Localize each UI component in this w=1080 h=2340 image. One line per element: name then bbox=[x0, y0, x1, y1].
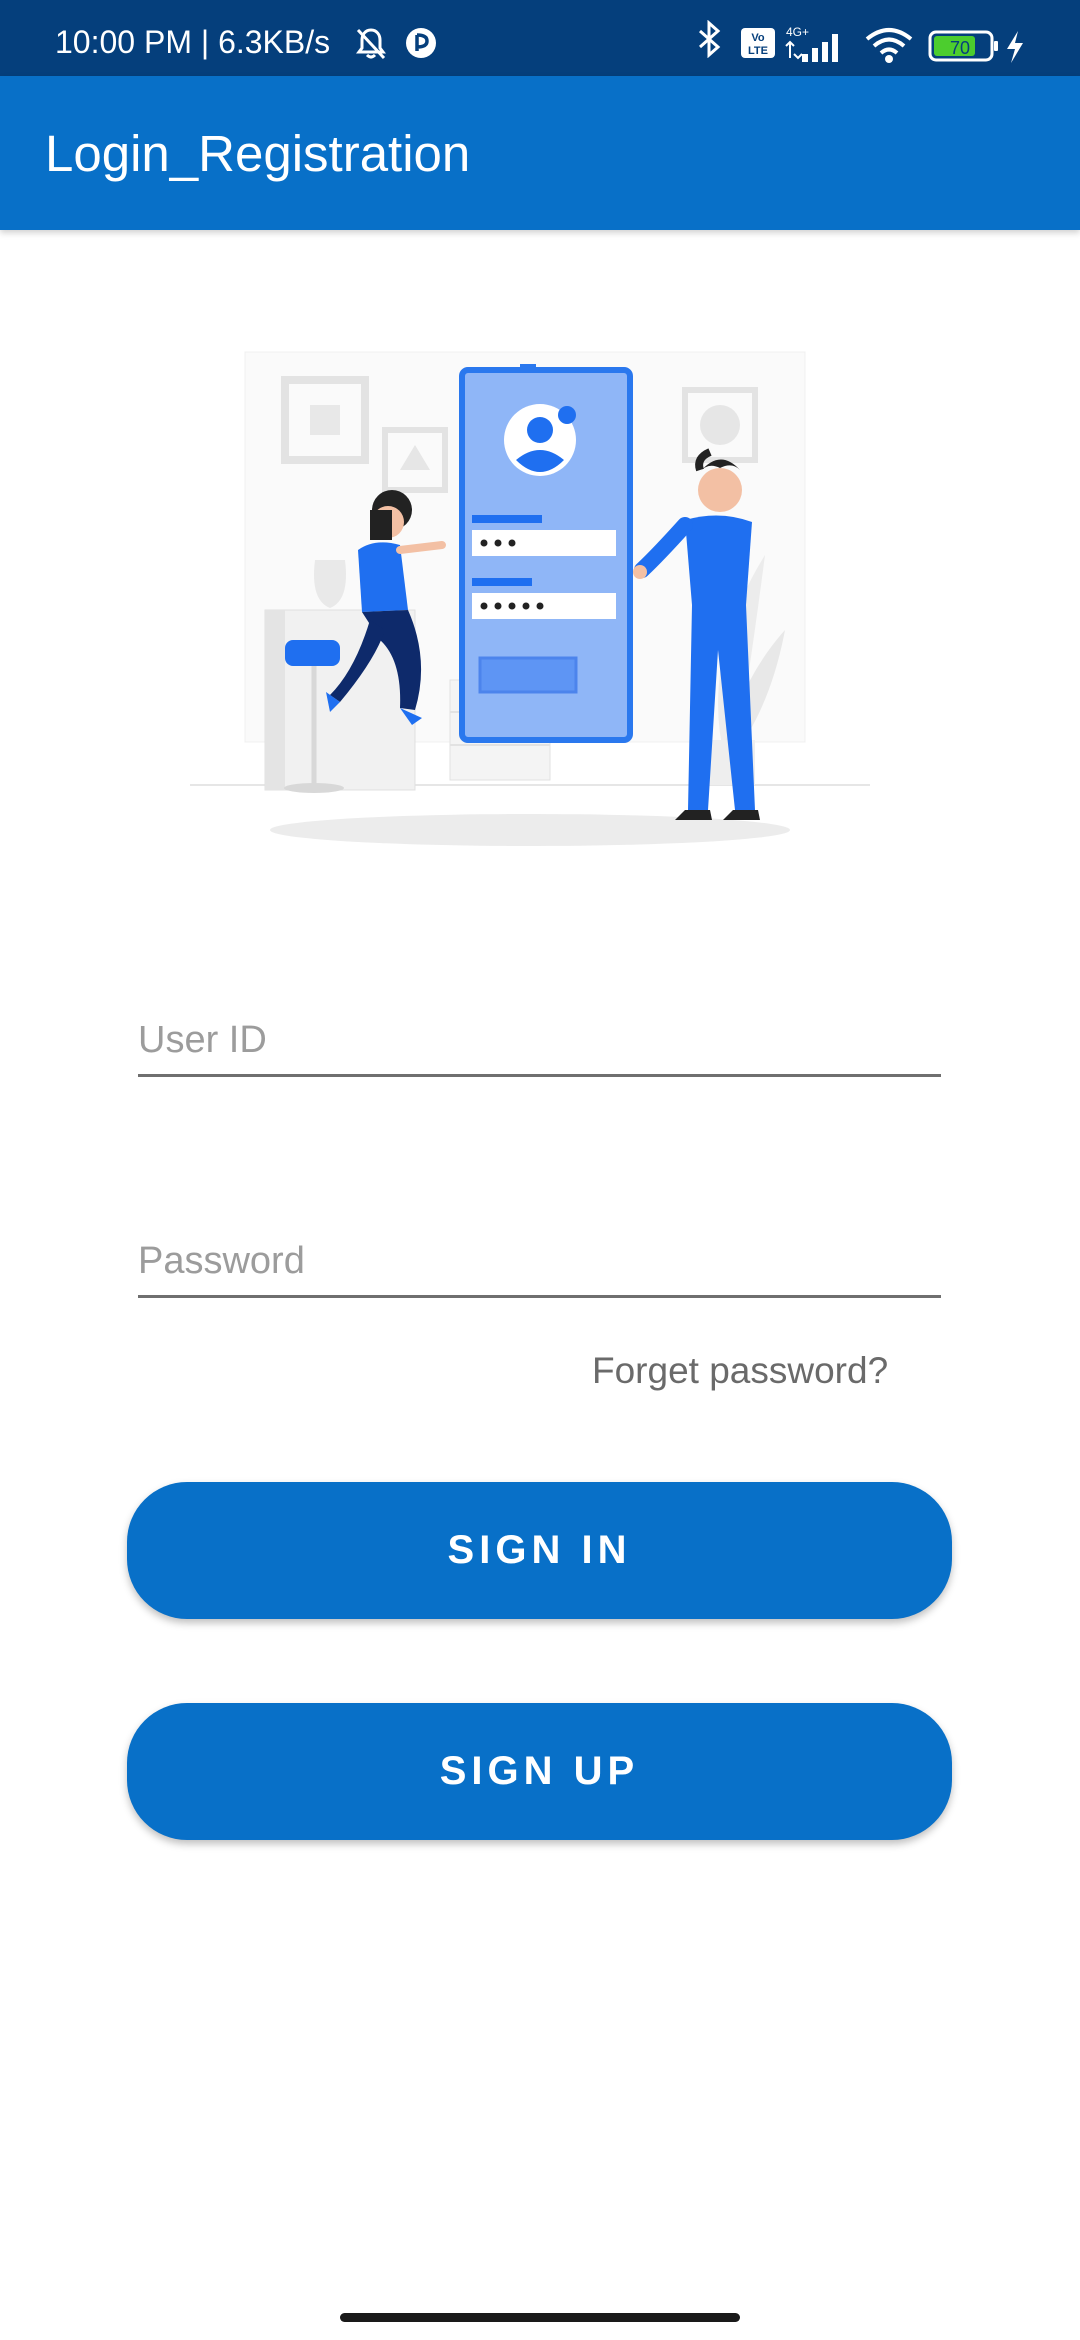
bell-off-icon bbox=[354, 26, 388, 65]
user-id-input[interactable] bbox=[138, 1019, 941, 1062]
battery-level: 70 bbox=[950, 38, 970, 58]
volte-icon: Vo LTE bbox=[740, 27, 776, 64]
forget-password-link[interactable]: Forget password? bbox=[592, 1350, 888, 1392]
sign-in-button[interactable]: SIGN IN bbox=[127, 1482, 952, 1619]
network-label: 4G+ bbox=[786, 25, 809, 39]
status-bar: 10:00 PM | 6.3KB/s Vo LTE 4G+ 70 bbox=[0, 0, 1080, 76]
app-title: Login_Registration bbox=[45, 125, 471, 182]
password-input[interactable] bbox=[138, 1240, 941, 1283]
svg-text:LTE: LTE bbox=[748, 45, 768, 57]
status-time-speed: 10:00 PM | 6.3KB/s bbox=[55, 24, 331, 60]
password-field[interactable] bbox=[138, 1205, 941, 1298]
charging-icon bbox=[1004, 30, 1026, 69]
app-bar: Login_Registration bbox=[0, 76, 1080, 230]
wifi-icon bbox=[864, 25, 914, 70]
user-id-field[interactable] bbox=[138, 984, 941, 1077]
battery-icon: 70 bbox=[928, 30, 1000, 69]
svg-text:Vo: Vo bbox=[751, 32, 765, 44]
app-icon bbox=[404, 26, 438, 65]
login-illustration bbox=[180, 340, 880, 860]
sign-up-button[interactable]: SIGN UP bbox=[127, 1703, 952, 1840]
signal-icon: 4G+ bbox=[782, 24, 852, 69]
bluetooth-icon bbox=[692, 19, 726, 63]
home-indicator[interactable] bbox=[340, 2313, 740, 2322]
